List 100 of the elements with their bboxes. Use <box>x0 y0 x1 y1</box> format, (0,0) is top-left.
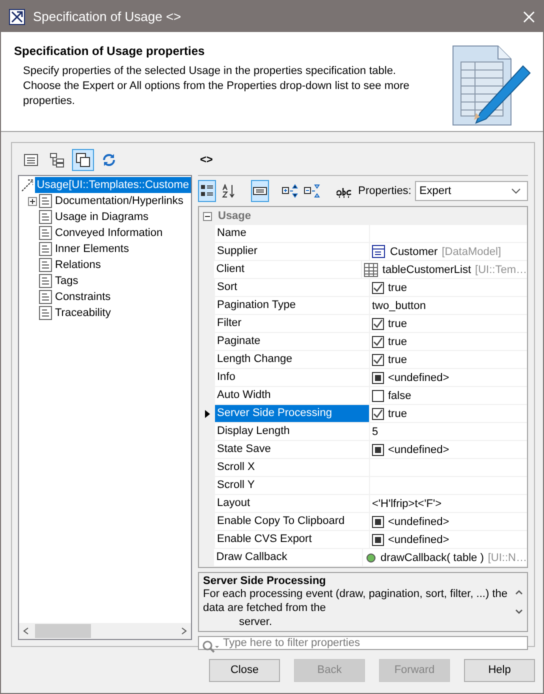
value-cell[interactable]: tableCustomerList [UI::Tem… <box>362 261 527 279</box>
property-value: true <box>388 318 407 330</box>
checkbox[interactable] <box>372 408 384 420</box>
property-name[interactable]: Length Change <box>215 351 370 369</box>
property-name[interactable]: State Save <box>215 441 370 459</box>
header-description: Specify properties of the selected Usage in the properties specification table. Choose the Expert or All options from the Properties drop-down list to see more properties. <box>22 64 410 109</box>
tree-item[interactable]: Usage[UI::Templates::Custome <box>34 177 191 193</box>
search-icon <box>202 640 220 654</box>
property-name[interactable]: Filter <box>215 315 370 333</box>
value-cell[interactable]: 5 <box>370 423 527 441</box>
value-cell[interactable]: drawCallback( table ) [UI::N… <box>362 549 527 567</box>
value-cell[interactable] <box>370 477 527 495</box>
scrollbar-thumb[interactable] <box>35 624 91 638</box>
dialog-button[interactable]: Help <box>464 658 535 682</box>
indeterminate-checkbox[interactable] <box>372 516 384 528</box>
categorized-list-icon <box>200 184 214 198</box>
value-cell[interactable]: Customer [DataModel] <box>370 243 527 261</box>
property-name[interactable]: Draw Callback <box>214 549 363 567</box>
page-icon <box>39 290 53 304</box>
description-title: Server Side Processing <box>203 575 327 587</box>
property-name[interactable]: Pagination Type <box>215 297 370 315</box>
sort-icon <box>222 184 236 198</box>
checkbox[interactable] <box>372 390 384 402</box>
property-value: two_button <box>372 300 426 312</box>
indeterminate-checkbox[interactable] <box>372 534 384 546</box>
tree-item[interactable]: Documentation/Hyperlinks <box>53 193 186 209</box>
operation-icon <box>364 552 377 564</box>
checkbox[interactable] <box>372 318 384 330</box>
toolbar-button[interactable] <box>198 180 216 202</box>
value-cell[interactable]: <undefined> <box>370 531 527 549</box>
tree-item[interactable]: Conveyed Information <box>53 225 165 241</box>
value-cell[interactable]: true <box>370 333 527 351</box>
value-cell[interactable]: true <box>370 279 527 297</box>
property-name[interactable]: Auto Width <box>215 387 370 405</box>
page-icon <box>39 242 53 256</box>
property-value: tableCustomerList <box>382 264 472 276</box>
owner-path: [DataModel] <box>442 246 501 258</box>
property-name[interactable]: Sort <box>215 279 370 297</box>
indeterminate-checkbox[interactable] <box>372 444 384 456</box>
page-icon <box>39 258 53 272</box>
collapse-icon[interactable] <box>203 212 212 220</box>
expand-icon[interactable] <box>28 196 36 206</box>
property-name[interactable]: Name <box>215 225 370 243</box>
property-name[interactable]: Scroll X <box>215 459 370 477</box>
value-cell[interactable] <box>370 459 527 477</box>
property-name[interactable]: Client <box>214 261 362 279</box>
tree-item[interactable]: Tags <box>53 273 80 289</box>
property-value: drawCallback( table ) <box>380 552 484 564</box>
expand-all-icon <box>282 184 298 198</box>
collapse-all-icon <box>304 184 320 198</box>
dialog-button[interactable]: Close <box>209 658 280 682</box>
tree-item[interactable]: Inner Elements <box>53 241 131 257</box>
scroll-up-icon[interactable] <box>515 589 523 595</box>
tree-item[interactable]: Usage in Diagrams <box>53 209 151 225</box>
property-value: 5 <box>372 426 378 438</box>
checkbox[interactable] <box>372 336 384 348</box>
value-cell[interactable]: <undefined> <box>370 441 527 459</box>
property-name[interactable]: Server Side Processing <box>215 405 370 423</box>
horizontal-scrollbar[interactable] <box>19 623 191 639</box>
scroll-left-icon[interactable] <box>23 627 29 635</box>
tree-item[interactable]: Constraints <box>53 289 113 305</box>
property-value: true <box>388 354 407 366</box>
value-cell[interactable]: <'H'lfrip>t<'F'> <box>370 495 527 513</box>
tree-item[interactable]: Traceability <box>53 305 113 321</box>
value-cell[interactable]: true <box>370 351 527 369</box>
properties-dropdown[interactable]: Expert <box>415 181 528 201</box>
scroll-down-icon[interactable] <box>515 609 523 615</box>
value-cell[interactable]: <undefined> <box>370 513 527 531</box>
property-name[interactable]: Scroll Y <box>215 477 370 495</box>
property-name[interactable]: Display Length <box>215 423 370 441</box>
filter-field[interactable]: Type here to filter properties <box>198 636 528 650</box>
property-name[interactable]: Supplier <box>215 243 370 261</box>
tree-icon <box>50 152 64 168</box>
value-cell[interactable] <box>370 225 527 243</box>
value-cell[interactable]: false <box>370 387 527 405</box>
indeterminate-checkbox[interactable] <box>372 372 384 384</box>
owner-path: [UI::N… <box>488 552 527 564</box>
property-value: false <box>388 390 412 402</box>
property-name[interactable]: Enable CVS Export <box>215 531 370 549</box>
toolbar-button[interactable] <box>72 149 94 171</box>
property-name[interactable]: Enable Copy To Clipboard <box>215 513 370 531</box>
close-icon[interactable] <box>523 10 535 22</box>
value-cell[interactable]: true <box>370 315 527 333</box>
checkbox[interactable] <box>372 354 384 366</box>
value-cell[interactable]: true <box>370 405 527 423</box>
value-cell[interactable]: <undefined> <box>370 369 527 387</box>
value-cell[interactable]: two_button <box>370 297 527 315</box>
row-pointer-icon <box>204 410 210 418</box>
tree-item[interactable]: Relations <box>53 257 103 273</box>
refresh-icon <box>102 153 116 167</box>
property-value: true <box>388 282 407 294</box>
property-name[interactable]: Paginate <box>215 333 370 351</box>
property-name[interactable]: Info <box>215 369 370 387</box>
checkbox[interactable] <box>372 282 384 294</box>
property-name[interactable]: Layout <box>215 495 370 513</box>
property-value: true <box>388 336 407 348</box>
toolbar-button[interactable] <box>250 180 269 202</box>
scroll-right-icon[interactable] <box>181 627 187 635</box>
property-value: <undefined> <box>388 372 450 384</box>
page-icon <box>39 210 53 224</box>
